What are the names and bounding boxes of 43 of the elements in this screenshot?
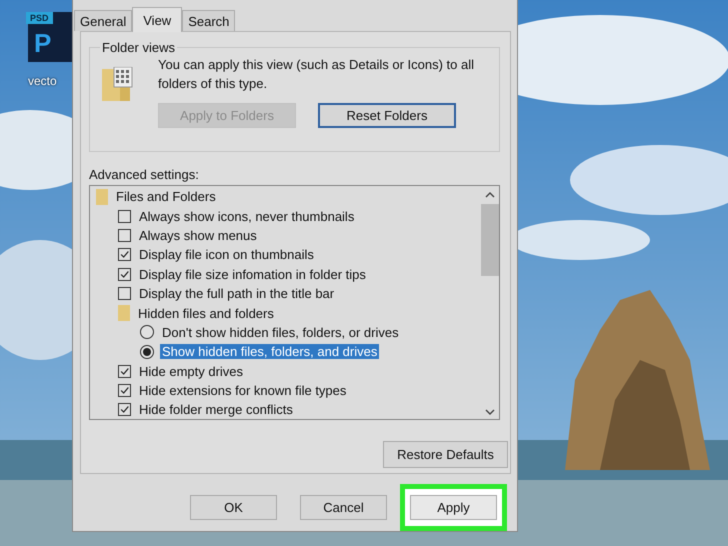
scroll-thumb[interactable] [481,204,499,276]
tab[interactable]: View [132,7,182,32]
psd-file-icon[interactable]: PSD P [28,12,72,62]
dialog-button[interactable]: OK [190,495,277,520]
checkbox[interactable] [118,210,131,223]
setting-label: Display file size infomation in folder tips [138,266,367,282]
setting-label: Always show icons, never thumbnails [138,208,356,224]
checkbox[interactable] [118,384,131,398]
folder-icon [96,188,108,205]
scroll-down-icon[interactable] [485,409,495,415]
setting-label: Display the full path in the title bar [138,286,336,302]
radio-button[interactable] [140,344,154,359]
setting-label: Hide folder merge conflicts [138,402,294,418]
file-type-badge: PSD [26,12,53,24]
checkbox[interactable] [118,248,131,262]
group-title: Folder views [101,40,176,55]
radio-button[interactable] [140,325,154,340]
setting-label: Hide empty drives [138,364,244,379]
tab[interactable]: General [74,10,132,31]
setting-label: Files and Folders [115,189,217,204]
checkbox[interactable] [118,403,131,416]
desktop-icon-label: vecto [28,74,57,88]
setting-label: Always show menus [138,228,258,243]
checkbox[interactable] [118,228,131,242]
section-label: Advanced settings: [89,167,200,182]
checkbox[interactable] [118,364,131,378]
setting-label: Hidden files and folders [137,306,275,321]
setting-label: Show hidden files, folders, and drives [160,344,380,360]
scroll-up-icon[interactable] [485,192,495,198]
folder-icon [118,305,130,322]
restore-defaults-button[interactable]: Restore Defaults [383,441,508,468]
folder-icon [102,67,134,103]
setting-label: Don't show hidden files, folders, or drives [161,324,400,340]
checkbox[interactable] [118,268,131,281]
folder-action-button[interactable]: Reset Folders [318,103,456,128]
description-text: You can apply this view (such as Details or Icons) to all folders of this type. [158,56,476,93]
dialog-button[interactable]: Apply [410,495,497,520]
app-letter: P [34,30,52,56]
checkbox[interactable] [118,287,131,300]
setting-label: Display file icon on thumbnails [138,247,315,262]
setting-label: Hide extensions for known file types [138,383,348,398]
dialog-button[interactable]: Cancel [300,495,387,520]
tab[interactable]: Search [182,10,236,31]
